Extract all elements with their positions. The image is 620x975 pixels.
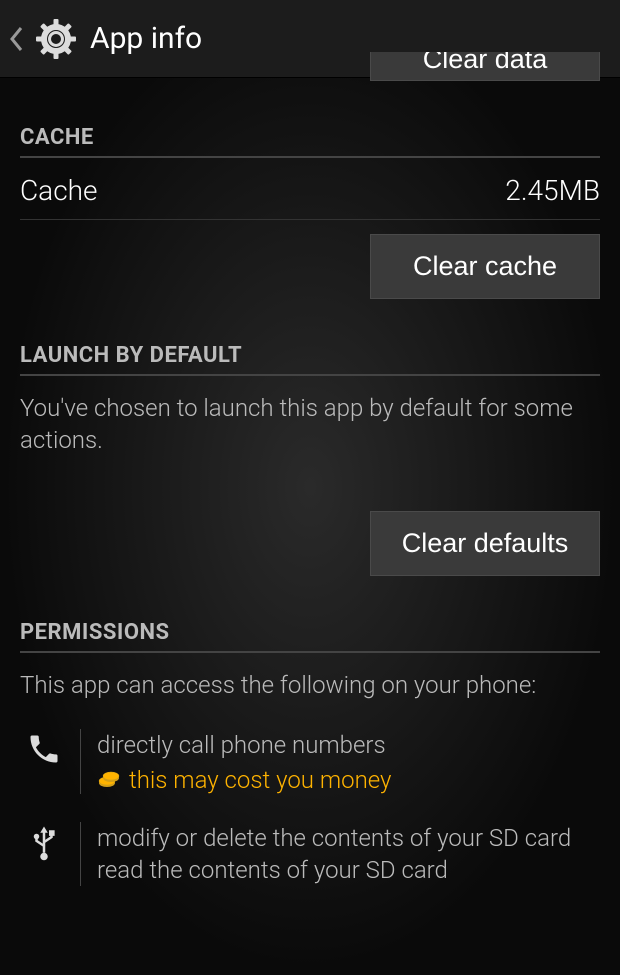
cache-row: Cache 2.45MB	[20, 158, 600, 220]
back-chevron-icon[interactable]	[8, 25, 26, 53]
cache-row-label: Cache	[20, 174, 98, 207]
usb-icon	[20, 822, 68, 887]
settings-gear-icon[interactable]	[28, 11, 84, 67]
permission-warning: this may cost you money	[129, 766, 391, 794]
page-title: App info	[90, 21, 202, 56]
permission-line: modify or delete the contents of your SD…	[97, 822, 600, 854]
launch-section-header: LAUNCH BY DEFAULT	[20, 343, 600, 376]
permission-line: read the contents of your SD card	[97, 854, 600, 886]
permission-item: directly call phone numbers this may cos…	[20, 729, 600, 793]
permissions-section-header: PERMISSIONS	[20, 620, 600, 653]
launch-description: You've chosen to launch this app by defa…	[20, 392, 600, 457]
clear-cache-button[interactable]: Clear cache	[370, 234, 600, 299]
cache-section-header: CACHE	[20, 125, 600, 158]
permissions-description: This app can access the following on you…	[20, 669, 600, 701]
coins-icon	[97, 768, 121, 792]
permission-line: directly call phone numbers	[97, 729, 600, 761]
clear-defaults-button[interactable]: Clear defaults	[370, 511, 600, 576]
phone-icon	[20, 729, 68, 793]
permission-item: modify or delete the contents of your SD…	[20, 822, 600, 887]
cache-row-value: 2.45MB	[505, 174, 600, 207]
clear-data-button[interactable]: Clear data	[370, 52, 600, 81]
